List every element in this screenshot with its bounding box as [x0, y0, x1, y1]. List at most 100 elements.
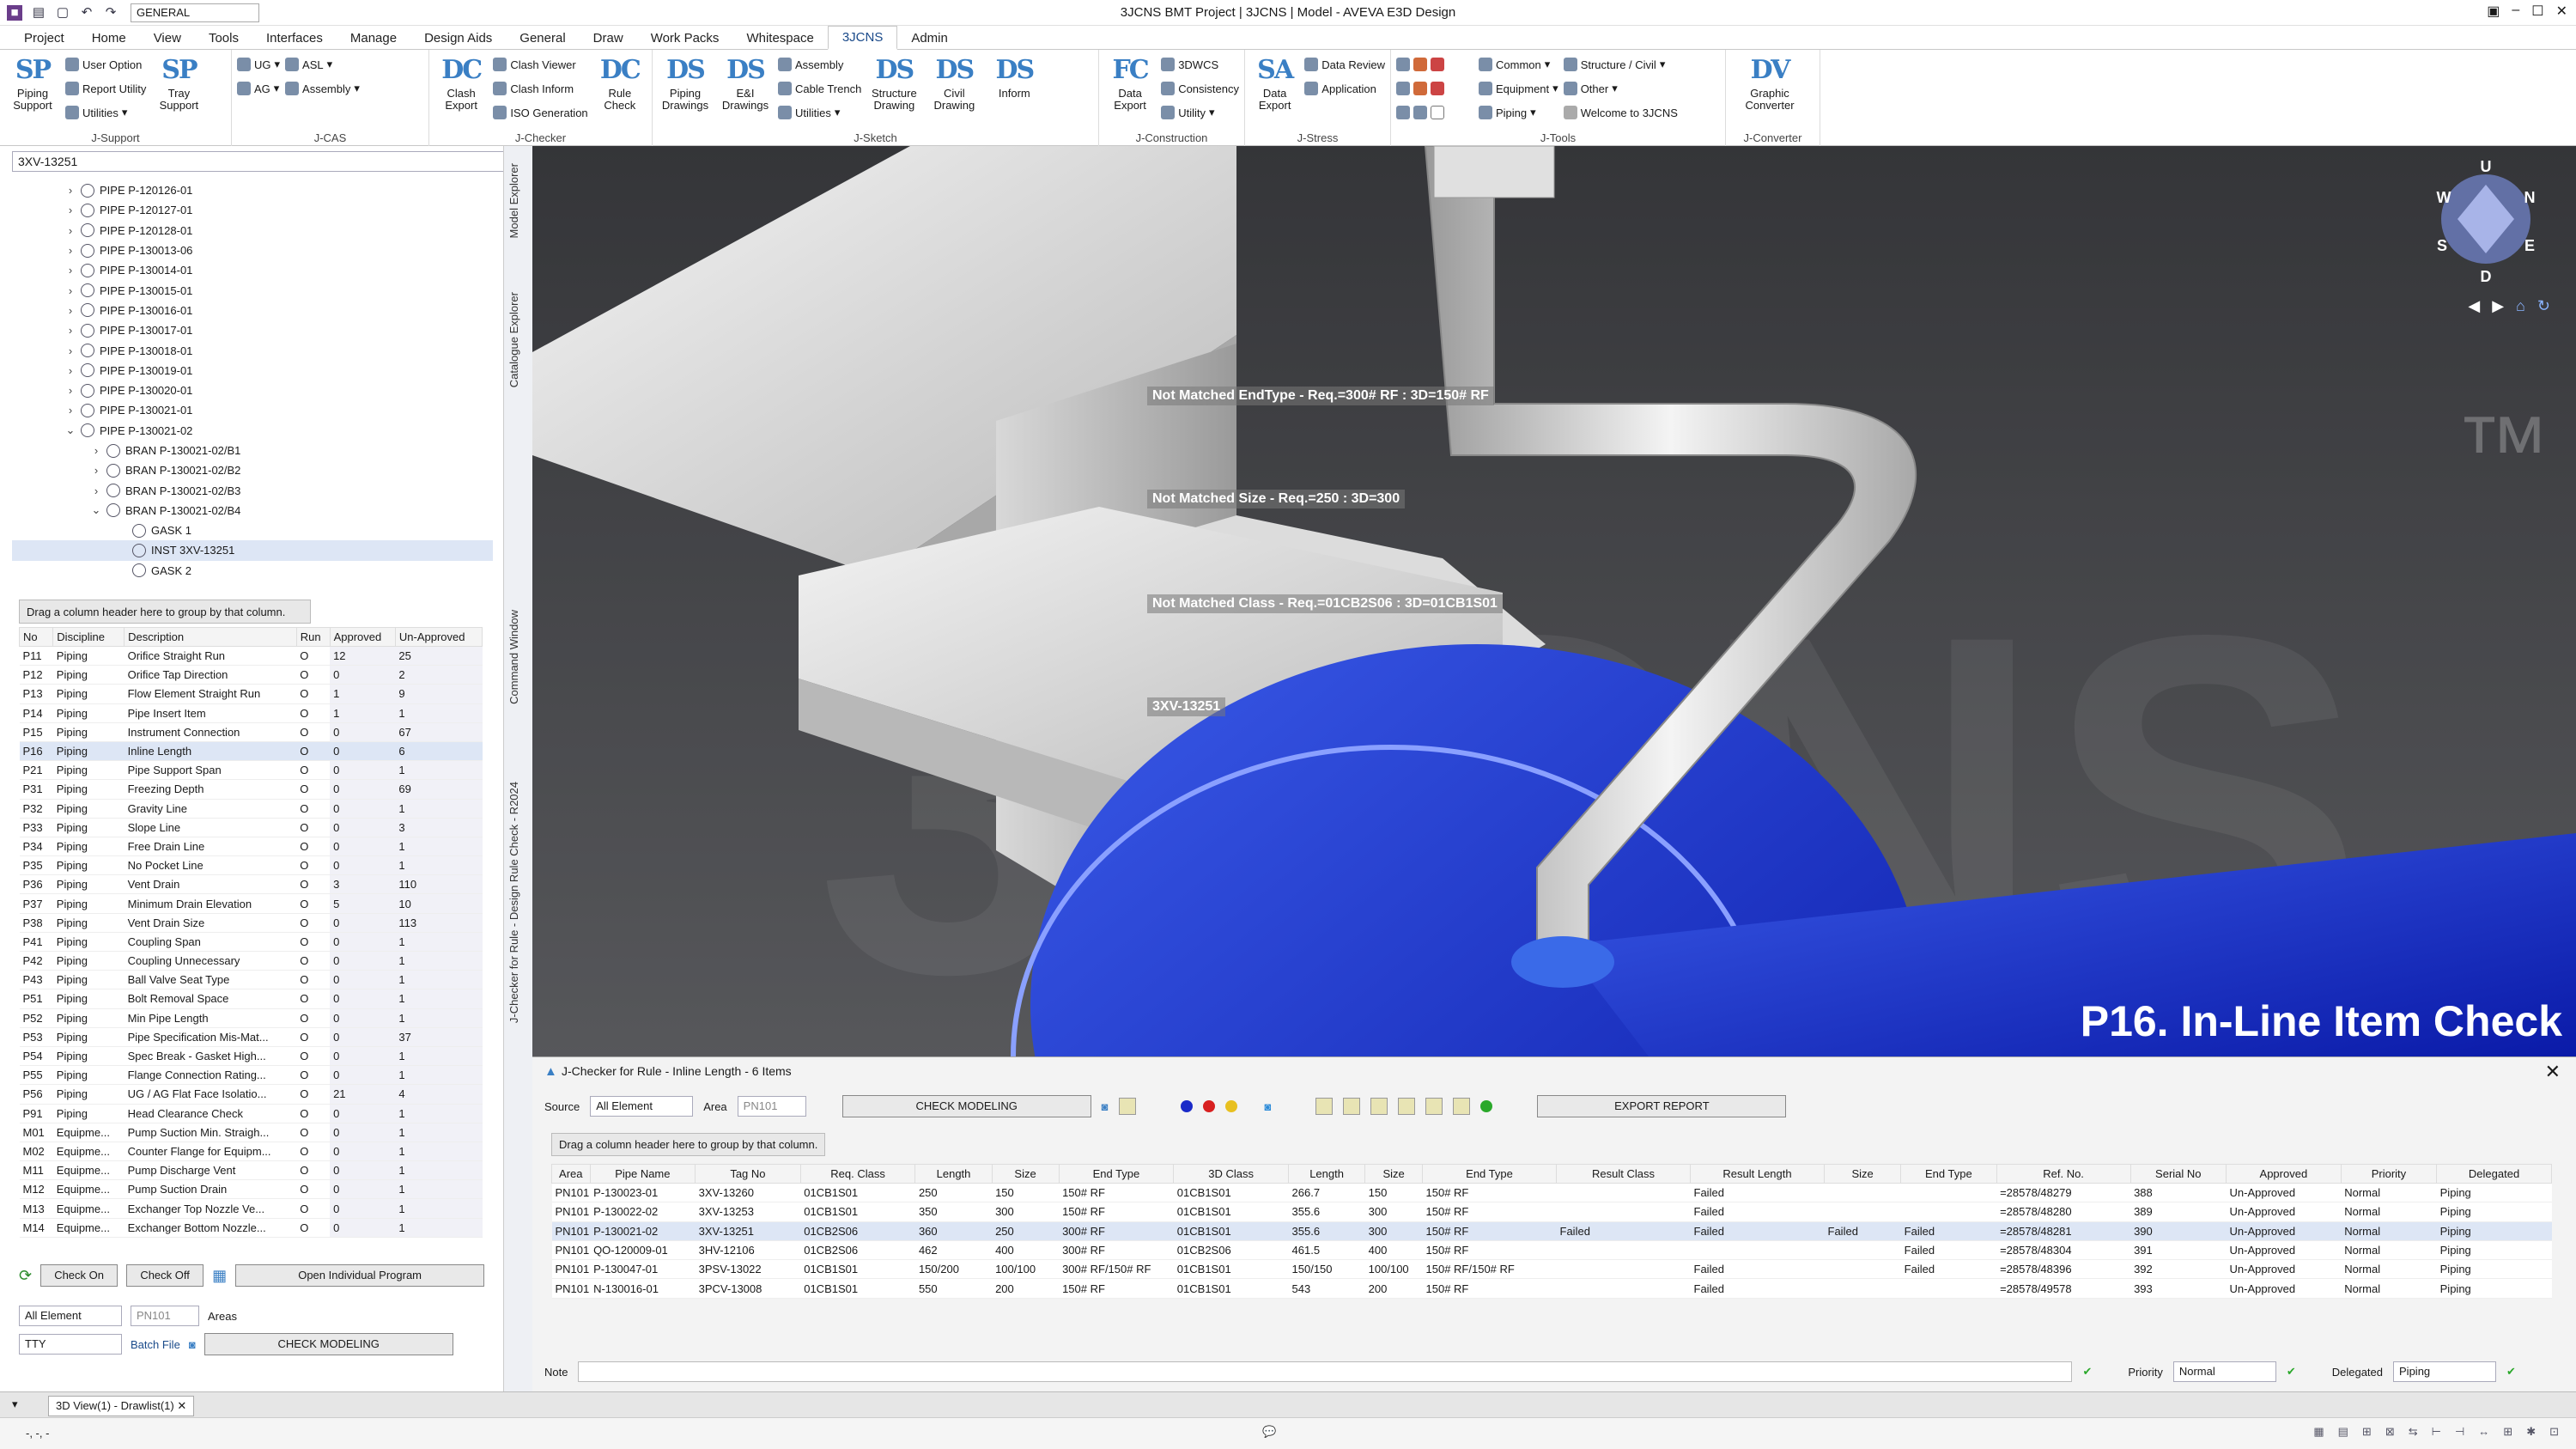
tool-icon[interactable] [1343, 1098, 1361, 1115]
minimize-icon[interactable]: – [2512, 3, 2519, 20]
sketch-utilities-button[interactable]: Utilities ▾ [778, 103, 861, 122]
results-column-header[interactable]: Req. Class [799, 1164, 916, 1184]
checker-check-modeling-button[interactable]: CHECK MODELING [841, 1095, 1091, 1117]
results-column-header[interactable]: Approved [2226, 1164, 2342, 1184]
chevron-right-icon[interactable]: › [64, 224, 77, 237]
results-column-header[interactable]: 3D Class [1173, 1164, 1290, 1184]
welcome-button[interactable]: Welcome to 3JCNS [1563, 103, 1678, 122]
sketch-assembly-button[interactable]: Assembly [778, 55, 861, 74]
status-tool-icon[interactable]: ⊡ [2549, 1425, 2559, 1439]
save-icon[interactable]: ▤ [31, 5, 46, 21]
table-row[interactable]: P43 Piping Ball Valve Seat Type O 0 1 [19, 970, 483, 990]
undo-icon[interactable]: ↶ [79, 5, 94, 21]
tree-item[interactable]: › PIPE P-130017-01 [12, 320, 493, 340]
table-row[interactable]: P36 Piping Vent Drain O 3 110 [19, 874, 483, 895]
table-row[interactable]: P91 Piping Head Clearance Check O 0 1 [19, 1104, 483, 1123]
rules-column-header[interactable]: Discipline [52, 627, 125, 647]
consistency-button[interactable]: Consistency [1161, 79, 1239, 98]
tool-icon[interactable] [1425, 1098, 1443, 1115]
table-row[interactable]: PN101 P-130023-01 3XV-13260 01CB1S01 250 150 1… [551, 1183, 2552, 1203]
nav-east[interactable]: E [2524, 237, 2535, 254]
table-row[interactable]: P37 Piping Minimum Drain Elevation O 5 10 [19, 893, 483, 914]
tree-item[interactable]: › BRAN P-130021-02/B1 [12, 441, 493, 460]
tree-item[interactable]: › PIPE P-130015-01 [12, 280, 493, 300]
checker-area-select[interactable]: PN101 [737, 1096, 806, 1117]
nav-down[interactable]: D [2481, 268, 2492, 283]
table-row[interactable]: M11 Equipme... Pump Discharge Vent O 0 1 [19, 1160, 483, 1181]
check-icon[interactable]: ✔ [2506, 1365, 2516, 1379]
tree-item[interactable]: › PIPE P-130016-01 [12, 301, 493, 320]
rotate-view-icon[interactable]: ↻ [2537, 297, 2550, 315]
tab-design-aids[interactable]: Design Aids [410, 27, 506, 49]
delegated-select[interactable]: Piping [2393, 1361, 2497, 1382]
tab-work-packs[interactable]: Work Packs [637, 27, 733, 49]
user-option-button[interactable]: User Option [65, 55, 146, 74]
table-row[interactable]: M13 Equipme... Exchanger Top Nozzle Ve... O… [19, 1198, 483, 1219]
green-refresh-icon[interactable] [1480, 1100, 1493, 1112]
status-tool-icon[interactable]: ⊠ [2385, 1425, 2395, 1439]
table-row[interactable]: P14 Piping Pipe Insert Item O 1 1 [19, 703, 483, 723]
tree-item[interactable]: INST 3XV-13251 [12, 540, 493, 561]
utilities-button[interactable]: Utilities ▾ [65, 103, 146, 122]
tree-item[interactable]: ⌄ BRAN P-130021-02/B4 [12, 501, 493, 521]
back-arrow-icon[interactable]: ◀ [2468, 297, 2480, 315]
tab-general[interactable]: General [506, 27, 579, 49]
tool-icon-row-3[interactable] [1396, 103, 1473, 122]
table-row[interactable]: P35 Piping No Pocket Line O 0 1 [19, 855, 483, 876]
tool-icon[interactable] [1398, 1098, 1416, 1115]
tree-item[interactable]: › PIPE P-120126-01 [12, 180, 493, 200]
maximize-icon[interactable]: ☐ [2531, 3, 2543, 20]
table-row[interactable]: P52 Piping Min Pipe Length O 0 1 [19, 1008, 483, 1028]
note-input[interactable] [578, 1361, 2073, 1382]
tree-item[interactable]: › BRAN P-130021-02/B2 [12, 460, 493, 480]
tool-icon-row-1[interactable] [1396, 55, 1473, 74]
chevron-right-icon[interactable]: › [64, 184, 77, 197]
results-column-header[interactable]: Ref. No. [1996, 1164, 2131, 1184]
tree-item[interactable]: › PIPE P-130019-01 [12, 361, 493, 381]
status-tool-icon[interactable]: ✱ [2526, 1425, 2536, 1439]
chevron-right-icon[interactable]: › [64, 304, 77, 317]
chevron-right-icon[interactable]: › [64, 244, 77, 257]
nav-south[interactable]: S [2437, 237, 2447, 254]
chevron-right-icon[interactable]: › [89, 464, 103, 477]
table-row[interactable]: M02 Equipme... Counter Flange for Equipm..… [19, 1142, 483, 1162]
table-row[interactable]: PN101 P-130022-02 3XV-13253 01CB1S01 350 300 1… [551, 1202, 2552, 1222]
chevron-right-icon[interactable]: › [64, 404, 77, 417]
results-column-header[interactable]: Result Class [1556, 1164, 1692, 1184]
priority-select[interactable]: Normal [2172, 1361, 2276, 1382]
results-column-header[interactable]: Result Length [1690, 1164, 1826, 1184]
common-button[interactable]: Common ▾ [1479, 55, 1558, 74]
table-row[interactable]: P15 Piping Instrument Connection O 0 67 [19, 722, 483, 742]
rules-column-header[interactable]: No [18, 627, 54, 647]
home-view-icon[interactable]: ⌂ [2516, 297, 2525, 315]
status-tool-icon[interactable]: ⇆ [2409, 1425, 2418, 1439]
table-row[interactable]: P51 Piping Bolt Removal Space O 0 1 [19, 989, 483, 1009]
chevron-right-icon[interactable]: › [89, 484, 103, 497]
workspace-select[interactable]: GENERAL [131, 3, 259, 22]
table-row[interactable]: P54 Piping Spec Break - Gasket High... O 0 1 [19, 1046, 483, 1067]
results-column-header[interactable]: Pipe Name [589, 1164, 696, 1184]
explorer-search-input[interactable]: 3XV-13251 [12, 151, 505, 172]
tree-item[interactable]: › BRAN P-130021-02/B3 [12, 480, 493, 500]
area-select[interactable]: PN101 [131, 1306, 199, 1326]
chevron-right-icon[interactable]: › [64, 384, 77, 397]
data-review-button[interactable]: Data Review [1304, 55, 1385, 74]
results-column-header[interactable]: Size [1824, 1164, 1902, 1184]
table-row[interactable]: P34 Piping Free Drain Line O 0 1 [19, 837, 483, 857]
ag-button[interactable]: AG ▾ [237, 79, 280, 98]
piping-button[interactable]: Piping ▾ [1479, 103, 1558, 122]
tab-catalogue-explorer[interactable]: Catalogue Explorer [507, 292, 520, 387]
table-row[interactable]: P11 Piping Orifice Straight Run O 12 25 [19, 646, 483, 667]
tree-item[interactable]: › PIPE P-130020-01 [12, 381, 493, 400]
table-row[interactable]: PN101 QO-120009-01 3HV-12106 01CB2S06 462 400… [551, 1240, 2552, 1261]
application-button[interactable]: Application [1304, 79, 1385, 98]
blue-dot-icon[interactable] [1180, 1100, 1193, 1112]
rules-column-header[interactable]: Un-Approved [394, 627, 483, 647]
iso-generation-button[interactable]: ISO Generation [493, 103, 588, 122]
tab-manage[interactable]: Manage [337, 27, 410, 49]
utility-button[interactable]: Utility ▾ [1161, 103, 1239, 122]
clash-inform-button[interactable]: Clash Inform [493, 79, 587, 98]
table-row[interactable]: M01 Equipme... Pump Suction Min. Straigh..… [19, 1123, 483, 1142]
table-row[interactable]: PN101 P-130021-02 3XV-13251 01CB2S06 360 250 3… [551, 1221, 2552, 1241]
results-column-header[interactable]: End Type [1900, 1164, 1997, 1184]
